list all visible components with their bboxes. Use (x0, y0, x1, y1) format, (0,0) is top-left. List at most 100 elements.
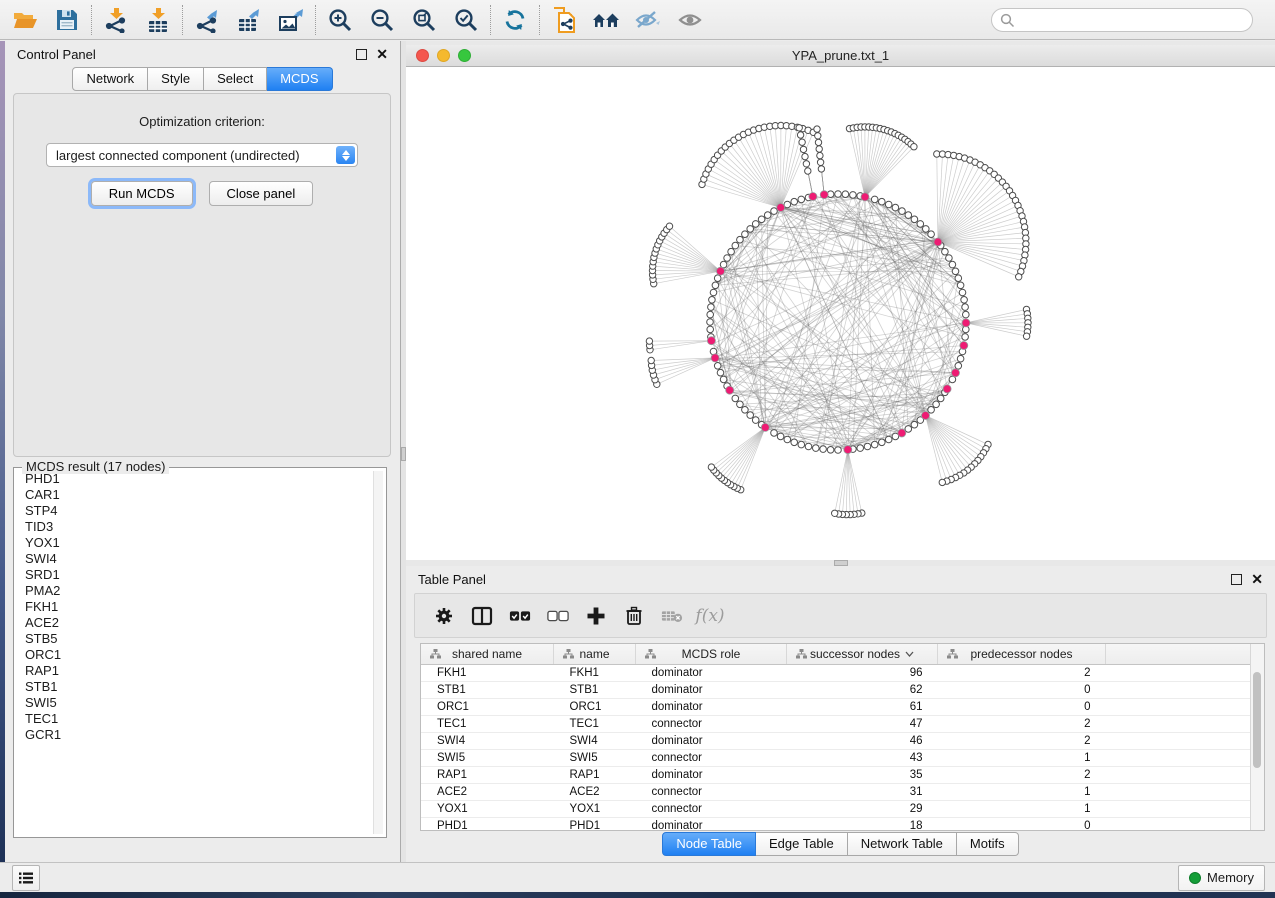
network-node[interactable] (917, 221, 924, 228)
mcds-result-item[interactable]: GCR1 (17, 727, 374, 743)
task-history-button[interactable] (12, 865, 40, 891)
network-node[interactable] (892, 204, 899, 211)
network-node[interactable] (709, 297, 716, 304)
table-cell[interactable]: ORC1 (554, 699, 636, 716)
network-node[interactable] (777, 204, 785, 212)
export-network-icon[interactable] (186, 3, 228, 37)
network-node[interactable] (800, 146, 806, 152)
table-cell[interactable]: 0 (938, 699, 1106, 716)
network-node[interactable] (817, 152, 823, 158)
table-row[interactable]: ORC1ORC1dominator610 (421, 699, 1253, 716)
table-scrollbar[interactable] (1250, 644, 1264, 830)
tab-select[interactable]: Select (204, 67, 267, 91)
table-cell[interactable]: dominator (636, 682, 787, 699)
mcds-result-item[interactable]: TID3 (17, 519, 374, 535)
table-cell[interactable]: 2 (938, 767, 1106, 784)
network-node[interactable] (898, 429, 906, 437)
table-row[interactable]: SWI4SWI4dominator462 (421, 733, 1253, 750)
network-node[interactable] (952, 369, 960, 377)
table-cell[interactable]: 62 (787, 682, 938, 699)
network-node[interactable] (955, 275, 962, 282)
network-node[interactable] (717, 369, 724, 376)
network-node[interactable] (714, 275, 721, 282)
network-node[interactable] (842, 191, 849, 198)
table-cell[interactable]: connector (636, 716, 787, 733)
tab-network-table[interactable]: Network Table (848, 832, 957, 856)
mcds-result-item[interactable]: SWI4 (17, 551, 374, 567)
table-cell[interactable]: 2 (938, 733, 1106, 750)
network-node[interactable] (708, 304, 715, 311)
network-node[interactable] (835, 191, 842, 198)
network-node[interactable] (646, 338, 652, 344)
table-cell[interactable]: RAP1 (554, 767, 636, 784)
network-node[interactable] (943, 385, 951, 393)
network-window-titlebar[interactable]: YPA_prune.txt_1 (406, 45, 1275, 67)
network-node[interactable] (732, 395, 739, 402)
table-row[interactable]: ACE2ACE2connector311 (421, 784, 1253, 801)
open-session-icon[interactable] (4, 3, 46, 37)
float-panel-icon[interactable] (1231, 574, 1242, 585)
unselect-all-columns-icon[interactable] (547, 609, 569, 623)
network-node[interactable] (777, 433, 784, 440)
column-header-predecessor-nodes[interactable]: predecessor nodes (938, 644, 1106, 665)
search-input[interactable] (991, 8, 1253, 32)
network-node[interactable] (832, 510, 838, 516)
refresh-view-icon[interactable] (494, 3, 536, 37)
criterion-select[interactable]: largest connected component (undirected) (46, 143, 358, 167)
select-all-columns-icon[interactable] (509, 609, 531, 623)
mcds-result-item[interactable]: STB1 (17, 679, 374, 695)
network-node[interactable] (864, 443, 871, 450)
network-node[interactable] (732, 242, 739, 249)
window-close-icon[interactable] (416, 49, 429, 62)
close-panel-button[interactable]: Close panel (209, 181, 314, 206)
mcds-result-item[interactable]: RAP1 (17, 663, 374, 679)
table-cell[interactable]: SWI5 (421, 750, 554, 767)
export-table-icon[interactable] (228, 3, 270, 37)
network-node[interactable] (961, 297, 968, 304)
network-node[interactable] (899, 208, 906, 215)
float-panel-icon[interactable] (356, 49, 367, 60)
network-node[interactable] (815, 139, 821, 145)
table-cell[interactable]: YOX1 (554, 801, 636, 818)
network-node[interactable] (724, 255, 731, 262)
network-node[interactable] (720, 376, 727, 383)
mcds-result-item[interactable]: CAR1 (17, 487, 374, 503)
network-node[interactable] (928, 407, 935, 414)
network-node[interactable] (805, 443, 812, 450)
network-node[interactable] (707, 326, 714, 333)
network-node[interactable] (937, 395, 944, 402)
network-node[interactable] (957, 355, 964, 362)
table-cell[interactable]: ACE2 (421, 784, 554, 801)
table-cell[interactable]: FKH1 (421, 665, 554, 682)
table-cell[interactable]: 0 (938, 682, 1106, 699)
network-node[interactable] (797, 132, 803, 138)
table-cell[interactable]: 18 (787, 818, 938, 832)
table-cell[interactable]: SWI4 (554, 733, 636, 750)
table-cell[interactable]: 61 (787, 699, 938, 716)
network-node[interactable] (911, 216, 918, 223)
network-node[interactable] (737, 401, 744, 408)
network-node[interactable] (752, 221, 759, 228)
network-node[interactable] (957, 282, 964, 289)
table-cell[interactable]: dominator (636, 818, 787, 832)
mcds-result-item[interactable]: FKH1 (17, 599, 374, 615)
network-node[interactable] (742, 407, 749, 414)
table-row[interactable]: TEC1TEC1connector472 (421, 716, 1253, 733)
table-cell[interactable]: 2 (938, 716, 1106, 733)
network-node[interactable] (959, 289, 966, 296)
network-node[interactable] (879, 198, 886, 205)
table-cell[interactable]: 1 (938, 801, 1106, 818)
mcds-result-item[interactable]: STB5 (17, 631, 374, 647)
network-node[interactable] (707, 319, 714, 326)
table-cell[interactable]: dominator (636, 767, 787, 784)
table-scrollbar-thumb[interactable] (1253, 672, 1261, 768)
network-node[interactable] (737, 236, 744, 243)
network-node[interactable] (939, 479, 945, 485)
table-row[interactable]: PHD1PHD1dominator180 (421, 818, 1253, 832)
table-cell[interactable]: 43 (787, 750, 938, 767)
network-node[interactable] (1023, 333, 1029, 339)
show-column-panel-icon[interactable] (471, 606, 493, 626)
network-node[interactable] (861, 193, 869, 201)
delete-column-icon[interactable] (623, 606, 645, 626)
network-node[interactable] (802, 153, 808, 159)
